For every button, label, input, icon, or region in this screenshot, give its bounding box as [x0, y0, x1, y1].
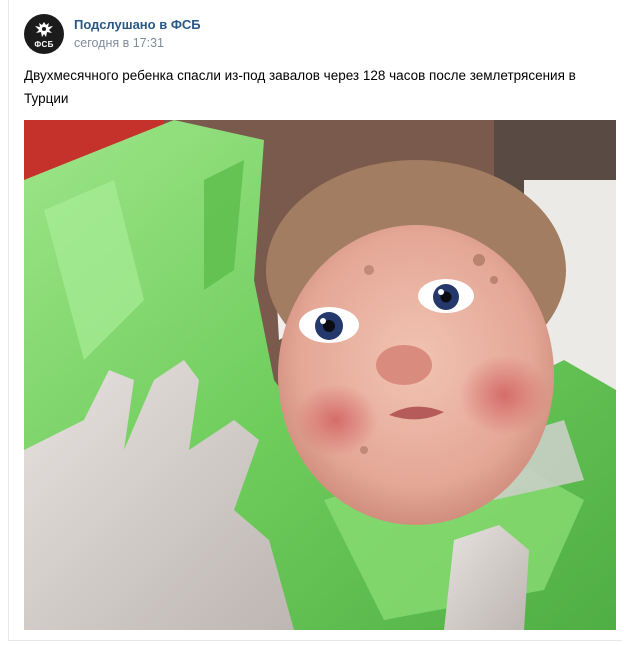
post-author-link[interactable]: Подслушано в ФСБ	[74, 17, 201, 32]
post-photo[interactable]	[24, 120, 616, 630]
avatar-label: ФСБ	[34, 39, 54, 49]
wall-post: ФСБ Подслушано в ФСБ сегодня в 17:31 Дву…	[8, 0, 622, 641]
rescued-baby-photo-icon	[24, 120, 616, 630]
eagle-emblem-icon	[35, 21, 53, 37]
post-text: Двухмесячного ребенка спасли из-под зава…	[24, 68, 576, 106]
community-avatar[interactable]: ФСБ	[24, 14, 64, 54]
post-date-link[interactable]: сегодня в 17:31	[74, 36, 164, 50]
